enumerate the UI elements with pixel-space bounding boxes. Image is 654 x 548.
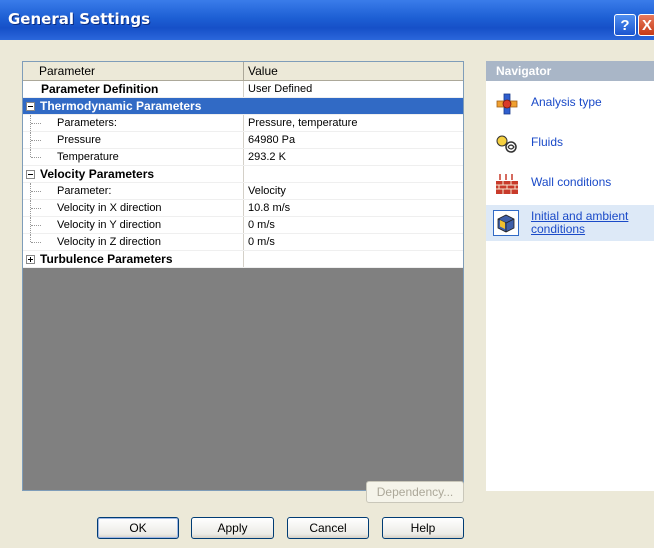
table-row[interactable]: Parameters: Pressure, temperature	[23, 115, 463, 132]
row-label: Parameters:	[57, 117, 117, 129]
table-row[interactable]: Velocity Parameters	[23, 166, 463, 183]
tree-line	[30, 234, 31, 242]
collapse-icon[interactable]	[26, 102, 35, 111]
table-row[interactable]: Parameter: Velocity	[23, 183, 463, 200]
row-label: Parameter Definition	[41, 82, 159, 96]
row-label: Turbulence Parameters	[40, 252, 173, 266]
nav-label: Analysis type	[531, 95, 602, 109]
row-label: Velocity in Y direction	[57, 219, 162, 231]
table-row[interactable]: Parameter Definition User Defined	[23, 81, 463, 98]
parameter-grid: Parameter Value Parameter Definition Use…	[22, 61, 464, 491]
fluids-icon	[495, 133, 519, 155]
table-row[interactable]: Pressure 64980 Pa	[23, 132, 463, 149]
row-value[interactable]: 293.2 K	[243, 149, 463, 165]
tree-branch	[31, 157, 41, 158]
nav-item-analysis-type[interactable]: Analysis type	[486, 85, 654, 121]
window-title: General Settings	[8, 10, 151, 28]
table-row[interactable]: Thermodynamic Parameters	[23, 98, 463, 115]
row-value[interactable]	[243, 251, 463, 267]
ok-button[interactable]: OK	[97, 517, 179, 539]
nav-label: Initial and ambient conditions	[531, 210, 628, 236]
navigator-header: Navigator	[486, 61, 654, 81]
nav-label-line2: conditions	[531, 222, 586, 236]
table-row[interactable]: Velocity in X direction 10.8 m/s	[23, 200, 463, 217]
tree-line	[30, 149, 31, 157]
wall-conditions-icon	[495, 173, 519, 195]
dependency-button[interactable]: Dependency...	[366, 481, 464, 503]
row-label: Pressure	[57, 134, 102, 146]
table-row[interactable]: Turbulence Parameters	[23, 251, 463, 268]
nav-label-line1: Initial and ambient	[531, 209, 629, 223]
tree-branch	[31, 242, 41, 243]
apply-button[interactable]: Apply	[191, 517, 274, 539]
nav-item-initial-ambient-conditions[interactable]: Initial and ambient conditions	[486, 205, 654, 241]
tree-branch	[31, 191, 41, 192]
row-value[interactable]: 0 m/s	[243, 217, 463, 233]
grid-rows: Parameter Definition User Defined Thermo…	[23, 81, 463, 268]
table-row[interactable]: Velocity in Y direction 0 m/s	[23, 217, 463, 234]
help-title-button[interactable]: ?	[614, 14, 636, 36]
nav-item-fluids[interactable]: Fluids	[486, 125, 654, 161]
close-button[interactable]: X	[638, 14, 654, 36]
row-label: Parameter:	[57, 185, 112, 197]
row-value[interactable]	[243, 98, 463, 114]
row-label: Velocity Parameters	[40, 167, 155, 181]
grid-header: Parameter Value	[23, 62, 463, 81]
row-label: Velocity in X direction	[57, 202, 162, 214]
row-value[interactable]: Pressure, temperature	[243, 115, 463, 131]
table-row[interactable]: Temperature 293.2 K	[23, 149, 463, 166]
row-label: Velocity in Z direction	[57, 236, 161, 248]
tree-branch	[31, 123, 41, 124]
nav-label: Fluids	[531, 135, 564, 149]
row-value[interactable]: Velocity	[243, 183, 463, 199]
table-row[interactable]: Velocity in Z direction 0 m/s	[23, 234, 463, 251]
help-button[interactable]: Help	[382, 517, 464, 539]
analysis-type-icon	[495, 93, 519, 115]
row-value[interactable]: 0 m/s	[243, 234, 463, 250]
initial-conditions-icon	[493, 210, 519, 236]
column-header-value[interactable]: Value	[243, 62, 278, 80]
row-value[interactable]: User Defined	[243, 81, 463, 97]
row-label: Temperature	[57, 151, 119, 163]
expand-icon[interactable]	[26, 255, 35, 264]
column-header-parameter[interactable]: Parameter	[23, 62, 95, 80]
tree-branch	[31, 140, 41, 141]
tree-branch	[31, 225, 41, 226]
nav-label: Wall conditions	[531, 175, 612, 189]
tree-branch	[31, 208, 41, 209]
row-value[interactable]: 10.8 m/s	[243, 200, 463, 216]
row-value[interactable]: 64980 Pa	[243, 132, 463, 148]
nav-item-wall-conditions[interactable]: Wall conditions	[486, 165, 654, 201]
title-bar: General Settings ? X	[0, 0, 654, 40]
collapse-icon[interactable]	[26, 170, 35, 179]
row-value[interactable]	[243, 166, 463, 182]
navigator-panel: Navigator Analysis type Fluids Wall cond…	[486, 61, 654, 491]
row-label: Thermodynamic Parameters	[40, 99, 202, 113]
cancel-button[interactable]: Cancel	[287, 517, 369, 539]
